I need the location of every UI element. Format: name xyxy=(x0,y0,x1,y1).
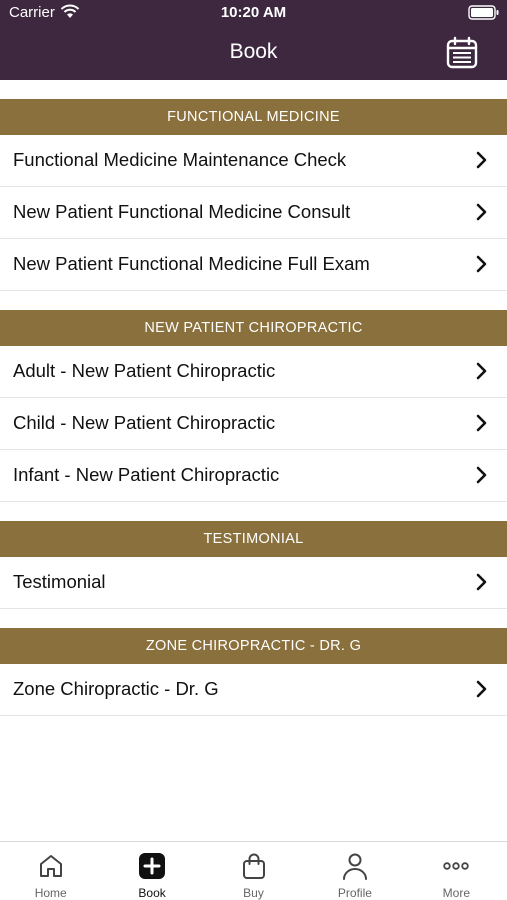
list-item[interactable]: Infant - New Patient Chiropractic xyxy=(0,450,507,502)
list-item[interactable]: New Patient Functional Medicine Full Exa… xyxy=(0,239,507,291)
list-item-label: New Patient Functional Medicine Consult xyxy=(13,201,351,222)
calendar-icon[interactable] xyxy=(445,36,479,70)
list-item-label: Functional Medicine Maintenance Check xyxy=(13,149,347,170)
tab-bar: Home Book Buy Profile More xyxy=(0,841,507,900)
list-item[interactable]: Testimonial xyxy=(0,557,507,609)
list-item[interactable]: Functional Medicine Maintenance Check xyxy=(0,135,507,187)
tab-home[interactable]: Home xyxy=(0,842,101,900)
list-item-label: Adult - New Patient Chiropractic xyxy=(13,360,276,381)
list-item-label: New Patient Functional Medicine Full Exa… xyxy=(13,253,370,274)
list-item-label: Testimonial xyxy=(13,571,106,592)
section-header: TESTIMONIAL xyxy=(0,521,507,557)
chevron-right-icon xyxy=(476,414,487,432)
plus-square-icon xyxy=(139,853,166,879)
tab-label: Buy xyxy=(243,886,264,900)
section-zone-chiropractic: ZONE CHIROPRACTIC - DR. G Zone Chiroprac… xyxy=(0,628,507,716)
tab-label: More xyxy=(442,886,470,900)
section-header: ZONE CHIROPRACTIC - DR. G xyxy=(0,628,507,664)
section-new-patient-chiropractic: NEW PATIENT CHIROPRACTIC Adult - New Pat… xyxy=(0,310,507,502)
page-title: Book xyxy=(229,40,278,63)
section-testimonial: TESTIMONIAL Testimonial xyxy=(0,521,507,609)
chevron-right-icon xyxy=(476,466,487,484)
tab-profile[interactable]: Profile xyxy=(304,842,405,900)
home-icon xyxy=(39,855,62,877)
tab-label: Home xyxy=(34,886,67,900)
list-item-label: Child - New Patient Chiropractic xyxy=(13,412,276,433)
chevron-right-icon xyxy=(476,203,487,221)
list-item-label: Infant - New Patient Chiropractic xyxy=(13,464,280,485)
chevron-right-icon xyxy=(476,255,487,273)
tab-more[interactable]: More xyxy=(406,842,507,900)
tab-book[interactable]: Book xyxy=(101,842,202,900)
section-header: NEW PATIENT CHIROPRACTIC xyxy=(0,310,507,346)
list-item[interactable]: Adult - New Patient Chiropractic xyxy=(0,346,507,398)
battery-icon xyxy=(468,5,499,20)
appointment-list: FUNCTIONAL MEDICINE Functional Medicine … xyxy=(0,80,507,716)
section-header: FUNCTIONAL MEDICINE xyxy=(0,99,507,135)
status-time: 10:20 AM xyxy=(220,4,287,21)
tab-label: Book xyxy=(138,886,166,900)
chevron-right-icon xyxy=(476,573,487,591)
chevron-right-icon xyxy=(476,680,487,698)
chevron-right-icon xyxy=(476,362,487,380)
tab-label: Profile xyxy=(337,886,372,900)
list-item[interactable]: Zone Chiropractic - Dr. G xyxy=(0,664,507,716)
top-bar: Carrier 10:20 AM Book xyxy=(0,0,507,80)
tab-buy[interactable]: Buy xyxy=(203,842,304,900)
list-item[interactable]: Child - New Patient Chiropractic xyxy=(0,398,507,450)
section-functional-medicine: FUNCTIONAL MEDICINE Functional Medicine … xyxy=(0,99,507,291)
list-item-label: Zone Chiropractic - Dr. G xyxy=(13,678,219,699)
more-dots-icon xyxy=(443,862,470,870)
person-icon xyxy=(342,853,367,880)
shopping-bag-icon xyxy=(242,853,265,879)
chevron-right-icon xyxy=(476,151,487,169)
list-item[interactable]: New Patient Functional Medicine Consult xyxy=(0,187,507,239)
